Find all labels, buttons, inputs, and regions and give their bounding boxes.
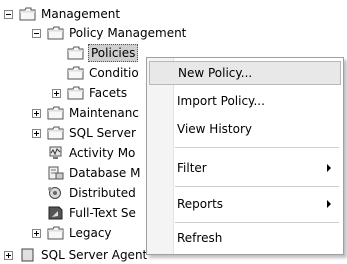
menu-item-import-policy[interactable]: Import Policy... [149,89,341,113]
tree-label: SQL Server [69,126,136,140]
tree-label: Policy Management [69,26,187,40]
tree-label: Conditio [89,66,139,80]
menu-separator [175,147,339,148]
menu-item-new-policy[interactable]: New Policy... [149,61,341,85]
tree-node-maintenance[interactable]: Maintenanc [32,104,140,122]
tree-node-activity-monitor[interactable]: Activity Mo [47,144,136,162]
context-menu: New Policy... Import Policy... View Hist… [146,57,344,255]
tree-label-selected: Policies [88,44,139,62]
menu-item-label: New Policy... [178,66,253,80]
tree-node-policy-management[interactable]: Policy Management [32,24,187,42]
collapse-toggle[interactable] [4,9,13,19]
tree-node-sql-server-agent[interactable]: SQL Server Agent [4,246,148,264]
collapse-toggle[interactable] [32,28,41,38]
tree-label: Distributed [69,186,136,200]
menu-item-label: Filter [177,161,207,175]
menu-item-label: View History [177,122,252,136]
folder-icon [47,26,64,40]
tree-label: Database M [69,166,141,180]
tree-node-management[interactable]: Management [4,5,121,23]
expand-toggle[interactable] [4,250,13,260]
folder-icon [67,66,84,80]
database-mail-icon [47,166,64,180]
folder-icon [19,7,36,21]
menu-item-refresh[interactable]: Refresh [149,226,341,250]
fulltext-search-icon [47,206,64,220]
folder-icon [47,226,64,240]
expand-toggle[interactable] [52,88,61,98]
tree-node-policies[interactable]: Policies [67,44,139,62]
folder-icon [67,86,84,100]
submenu-arrow-icon [327,164,331,172]
tree-node-conditions[interactable]: Conditio [67,64,140,82]
menu-separator [175,186,339,187]
expand-toggle[interactable] [32,228,41,238]
menu-item-reports[interactable]: Reports [149,192,341,216]
distributed-transaction-icon [47,186,64,200]
expand-toggle[interactable] [32,128,41,138]
folder-icon [67,46,84,60]
tree-node-fulltext[interactable]: Full-Text Se [47,204,137,222]
menu-item-label: Import Policy... [177,94,265,108]
menu-separator [175,222,339,223]
tree-node-distributed[interactable]: Distributed [47,184,137,202]
tree-label: Legacy [69,226,112,240]
tree-label: Management [41,7,121,21]
tree-node-legacy[interactable]: Legacy [32,224,113,242]
tree-label: Maintenanc [69,106,139,120]
tree-node-database-mail[interactable]: Database M [47,164,141,182]
menu-item-label: Refresh [177,231,223,245]
tree-node-sql-server-logs[interactable]: SQL Server [32,124,137,142]
tree-label: Activity Mo [69,146,136,160]
activity-monitor-icon [47,146,64,160]
submenu-arrow-icon [327,200,331,208]
expand-toggle[interactable] [32,108,41,118]
tree-label: Full-Text Se [69,206,136,220]
folder-icon [47,106,64,120]
tree-label: SQL Server Agent [41,248,148,262]
menu-item-filter[interactable]: Filter [149,156,341,180]
tree-label: Facets [89,86,128,100]
sql-agent-icon [19,248,36,262]
tree-node-facets[interactable]: Facets [52,84,128,102]
menu-item-view-history[interactable]: View History [149,117,341,141]
folder-icon [47,126,64,140]
menu-item-label: Reports [177,197,224,211]
